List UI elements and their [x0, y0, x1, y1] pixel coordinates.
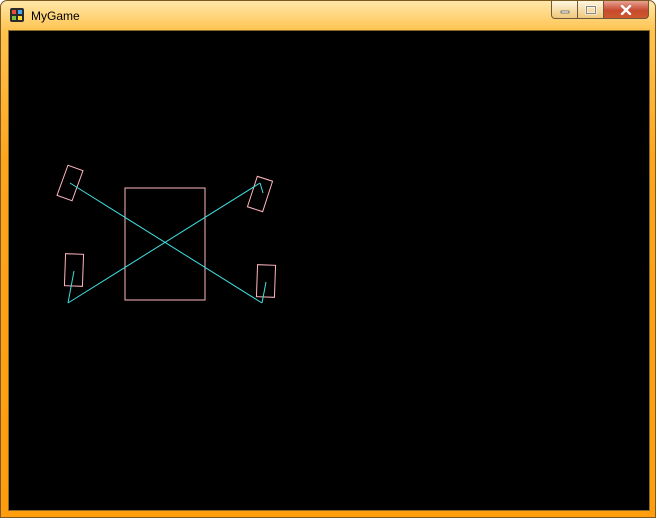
window-title: MyGame: [31, 9, 80, 23]
maximize-icon: [585, 5, 596, 14]
wheel-direction-front-right: [259, 182, 264, 194]
close-button[interactable]: [604, 1, 649, 19]
game-controller-icon: [10, 8, 24, 22]
axle-line-right-to-left: [67, 182, 261, 304]
close-icon: [620, 4, 632, 15]
wheel-rear-left: [63, 253, 85, 287]
game-canvas[interactable]: [8, 30, 650, 511]
caption-buttons: [551, 1, 649, 21]
minimize-icon: [560, 10, 569, 13]
minimize-button[interactable]: [551, 1, 578, 19]
game-scene: [56, 164, 277, 304]
title-bar[interactable]: MyGame: [1, 1, 655, 31]
wheel-direction-rear-left: [67, 270, 75, 304]
wheel-front-right: [246, 175, 274, 213]
app-window: MyGame: [0, 0, 656, 518]
axle-line-left-to-right: [69, 182, 263, 304]
wheel-direction-rear-right: [261, 281, 267, 304]
maximize-button[interactable]: [578, 1, 604, 19]
car-body: [124, 187, 206, 301]
wheel-rear-right: [255, 264, 277, 298]
